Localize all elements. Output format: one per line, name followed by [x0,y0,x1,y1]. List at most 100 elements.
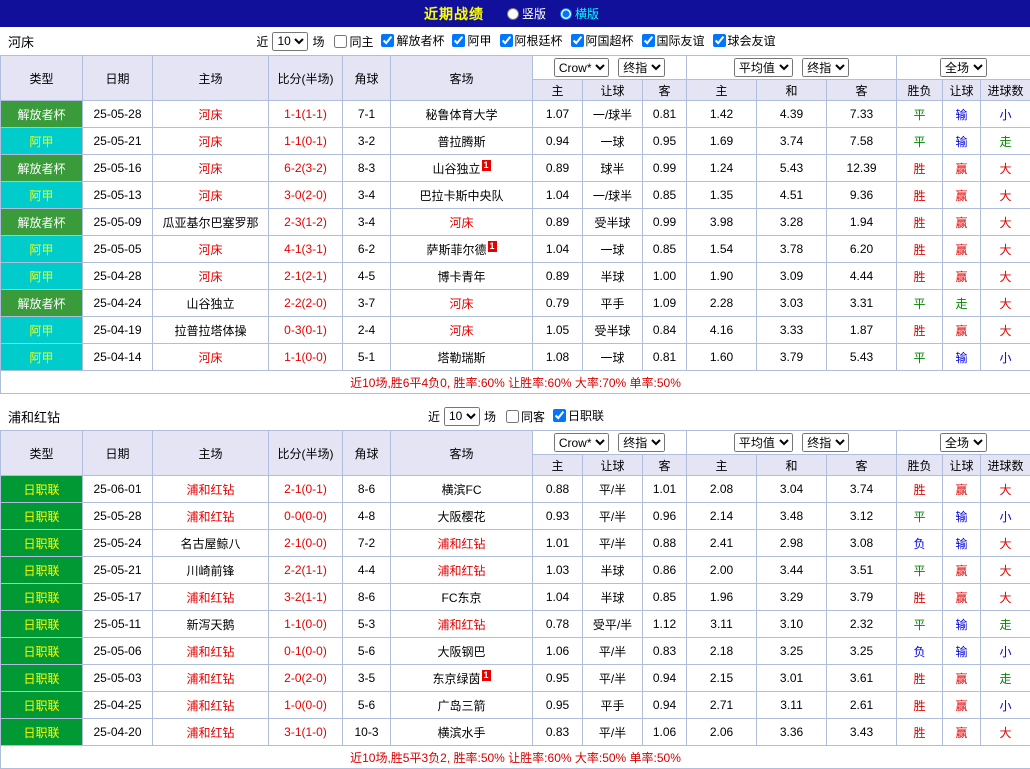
avg-odds-home: 2.28 [687,290,757,317]
away-team[interactable]: 萨斯菲尔德1 [391,236,533,263]
away-team[interactable]: 浦和红钻 [391,557,533,584]
bookmaker-select[interactable]: Crow* [554,433,609,452]
europe-final-select[interactable]: 终指 [802,58,849,77]
home-team[interactable]: 拉普拉塔体操 [153,317,269,344]
away-team[interactable]: 塔勒瑞斯 [391,344,533,371]
horizontal-layout-radio[interactable] [560,8,572,20]
league-checkbox[interactable] [452,34,465,47]
away-team[interactable]: 大阪樱花 [391,503,533,530]
handicap-final-select[interactable]: 终指 [618,433,665,452]
away-team[interactable]: 东京绿茵1 [391,665,533,692]
score-link[interactable]: 1-1(0-1) [269,128,343,155]
handicap-final-select[interactable]: 终指 [618,58,665,77]
league-filter[interactable]: 日职联 [553,407,604,424]
score-link[interactable]: 2-1(0-0) [269,530,343,557]
match-row: 解放者杯25-05-09瓜亚基尔巴塞罗那2-3(1-2)3-4河床0.89受半球… [1,209,1030,236]
away-team[interactable]: 浦和红钻 [391,530,533,557]
league-checkbox[interactable] [381,34,394,47]
home-team[interactable]: 瓜亚基尔巴塞罗那 [153,209,269,236]
score-link[interactable]: 2-2(1-1) [269,557,343,584]
layout-option-horizontal[interactable]: 横版 [560,5,599,22]
league-filters: 解放者杯阿甲阿根廷杯阿国超杯国际友谊球会友谊 [373,32,775,50]
league-checkbox[interactable] [642,34,655,47]
away-team[interactable]: 河床 [391,290,533,317]
same-venue-checkbox[interactable] [334,35,347,48]
average-select[interactable]: 平均值 [734,58,793,77]
score-link[interactable]: 1-1(0-0) [269,344,343,371]
europe-final-select[interactable]: 终指 [802,433,849,452]
home-team[interactable]: 河床 [153,155,269,182]
score-link[interactable]: 2-2(2-0) [269,290,343,317]
away-team[interactable]: 河床 [391,317,533,344]
league-filter[interactable]: 阿国超杯 [571,32,634,49]
home-team[interactable]: 浦和红钻 [153,476,269,503]
home-team[interactable]: 河床 [153,344,269,371]
score-link[interactable]: 0-3(0-1) [269,317,343,344]
score-link[interactable]: 3-2(1-1) [269,584,343,611]
score-link[interactable]: 1-0(0-0) [269,692,343,719]
away-team[interactable]: 横滨FC [391,476,533,503]
home-team[interactable]: 河床 [153,236,269,263]
goals-result: 大 [981,530,1030,557]
same-venue-filter[interactable]: 同主 [334,33,373,50]
home-team[interactable]: 浦和红钻 [153,638,269,665]
score-link[interactable]: 0-1(0-0) [269,638,343,665]
away-team[interactable]: 巴拉卡斯中央队 [391,182,533,209]
league-checkbox[interactable] [553,409,566,422]
scope-select[interactable]: 全场 [940,433,987,452]
home-team[interactable]: 川崎前锋 [153,557,269,584]
same-venue-checkbox[interactable] [506,410,519,423]
league-checkbox[interactable] [571,34,584,47]
score-link[interactable]: 2-0(2-0) [269,665,343,692]
score-link[interactable]: 1-1(1-1) [269,101,343,128]
score-link[interactable]: 1-1(0-0) [269,611,343,638]
score-link[interactable]: 0-0(0-0) [269,503,343,530]
home-team[interactable]: 浦和红钻 [153,692,269,719]
league-checkbox[interactable] [713,34,726,47]
league-filter[interactable]: 解放者杯 [381,32,444,49]
same-venue-filter[interactable]: 同客 [506,408,545,425]
away-team[interactable]: FC东京 [391,584,533,611]
match-result: 胜 [897,236,943,263]
away-team[interactable]: 浦和红钻 [391,611,533,638]
average-select[interactable]: 平均值 [734,433,793,452]
home-team[interactable]: 河床 [153,101,269,128]
away-team[interactable]: 广岛三箭 [391,692,533,719]
home-team[interactable]: 河床 [153,263,269,290]
score-link[interactable]: 6-2(3-2) [269,155,343,182]
away-team[interactable]: 秘鲁体育大学 [391,101,533,128]
scope-select[interactable]: 全场 [940,58,987,77]
away-team[interactable]: 博卡青年 [391,263,533,290]
score-link[interactable]: 4-1(3-1) [269,236,343,263]
home-team[interactable]: 新泻天鹅 [153,611,269,638]
away-team[interactable]: 横滨水手 [391,719,533,746]
home-team[interactable]: 浦和红钻 [153,503,269,530]
league-filter[interactable]: 阿甲 [452,32,491,49]
home-team[interactable]: 名古屋鲸八 [153,530,269,557]
score-link[interactable]: 2-3(1-2) [269,209,343,236]
league-filter[interactable]: 阿根廷杯 [500,32,563,49]
league-filter[interactable]: 球会友谊 [713,32,776,49]
handicap-result: 赢 [943,209,981,236]
home-team[interactable]: 山谷独立 [153,290,269,317]
league-checkbox[interactable] [500,34,513,47]
bookmaker-select[interactable]: Crow* [554,58,609,77]
score-link[interactable]: 3-1(1-0) [269,719,343,746]
home-team[interactable]: 浦和红钻 [153,665,269,692]
away-team[interactable]: 普拉腾斯 [391,128,533,155]
home-team[interactable]: 浦和红钻 [153,584,269,611]
away-team[interactable]: 大阪钢巴 [391,638,533,665]
home-team[interactable]: 河床 [153,182,269,209]
vertical-layout-radio[interactable] [507,8,519,20]
match-count-select[interactable]: 10 [444,407,480,426]
score-link[interactable]: 2-1(0-1) [269,476,343,503]
away-team[interactable]: 河床 [391,209,533,236]
match-count-select[interactable]: 10 [272,32,308,51]
league-filter[interactable]: 国际友谊 [642,32,705,49]
layout-option-vertical[interactable]: 竖版 [507,5,546,22]
away-team[interactable]: 山谷独立1 [391,155,533,182]
score-link[interactable]: 2-1(2-1) [269,263,343,290]
score-link[interactable]: 3-0(2-0) [269,182,343,209]
home-team[interactable]: 河床 [153,128,269,155]
home-team[interactable]: 浦和红钻 [153,719,269,746]
